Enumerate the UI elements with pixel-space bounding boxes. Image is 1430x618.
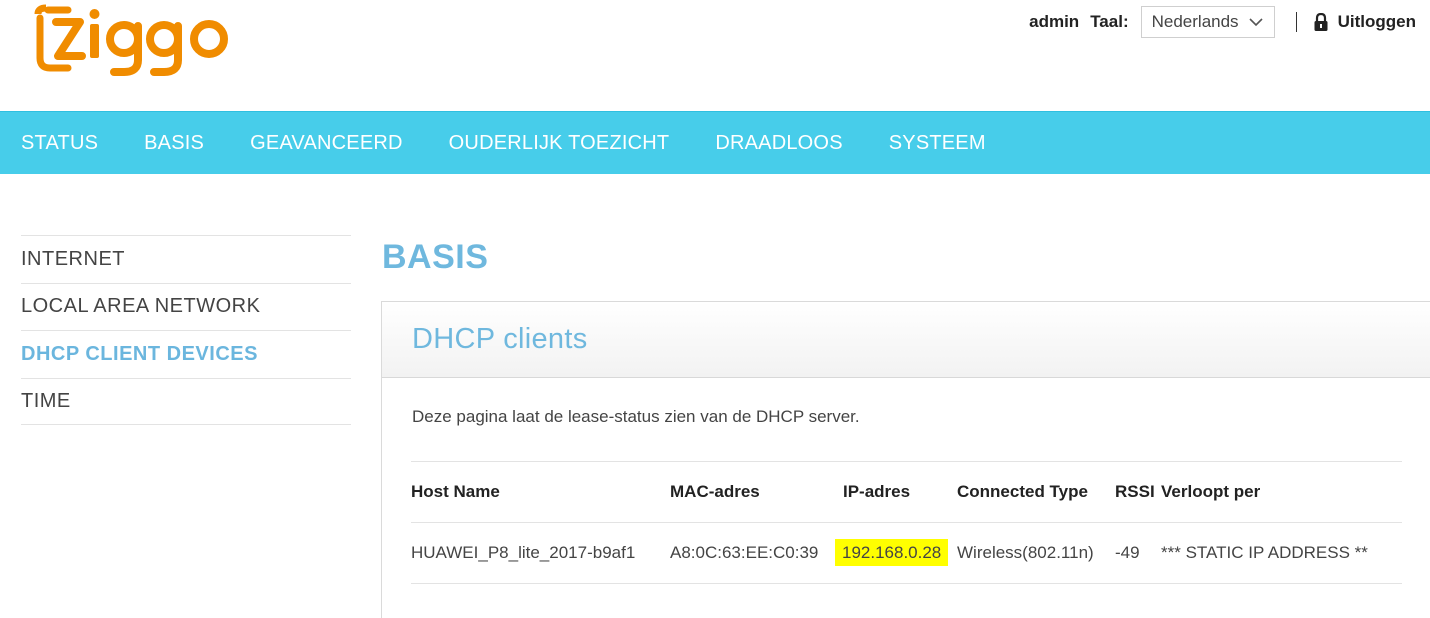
cell-host-name: HUAWEI_P8_lite_2017-b9af1 xyxy=(411,543,636,562)
column-header-expires: Verloopt per xyxy=(1161,482,1261,501)
nav-item-draadloos[interactable]: DRAADLOOS xyxy=(715,132,842,155)
nav-item-systeem[interactable]: SYSTEEM xyxy=(889,132,986,155)
ziggo-logo-graphic xyxy=(34,4,228,76)
logout-button[interactable]: Uitloggen xyxy=(1313,12,1416,32)
cell-rssi: -49 xyxy=(1115,543,1140,562)
column-header-connected-type: Connected Type xyxy=(957,482,1088,501)
panel-description: Deze pagina laat de lease-status zien va… xyxy=(412,407,860,426)
column-header-host-name: Host Name xyxy=(411,482,500,501)
sidebar-item-internet[interactable]: INTERNET xyxy=(21,235,351,283)
main-nav: STATUS BASIS GEAVANCEERD OUDERLIJK TOEZI… xyxy=(0,111,1430,174)
sidebar: INTERNET LOCAL AREA NETWORK DHCP CLIENT … xyxy=(21,235,351,425)
top-bar: admin Taal: Nederlands Uitloggen xyxy=(1029,6,1416,38)
nav-item-geavanceerd[interactable]: GEAVANCEERD xyxy=(250,132,403,155)
cell-connected-type: Wireless(802.11n) xyxy=(957,543,1094,562)
column-header-ip: IP-adres xyxy=(843,482,911,501)
dhcp-clients-table: Host Name MAC-adres IP-adres Connected T… xyxy=(411,461,1402,584)
cell-expires: *** STATIC IP ADDRESS ** xyxy=(1161,543,1368,562)
cell-mac: A8:0C:63:EE:C0:39 xyxy=(670,543,819,562)
column-header-rssi: RSSI xyxy=(1115,482,1155,501)
cell-ip-highlighted: 192.168.0.28 xyxy=(835,539,949,566)
logout-label: Uitloggen xyxy=(1337,12,1416,31)
dhcp-clients-panel: DHCP clients Deze pagina laat de lease-s… xyxy=(381,301,1430,618)
cell-ip-wrapper: 192.168.0.28 xyxy=(835,539,957,566)
username: admin xyxy=(1029,12,1080,31)
page-title: BASIS xyxy=(382,238,489,276)
nav-item-basis[interactable]: BASIS xyxy=(144,132,204,155)
language-label: Taal: xyxy=(1090,12,1129,31)
sidebar-item-dhcp-client-devices[interactable]: DHCP CLIENT DEVICES xyxy=(21,330,351,378)
sidebar-item-time[interactable]: TIME xyxy=(21,377,351,425)
ziggo-logo[interactable] xyxy=(34,4,234,76)
table-header-row: Host Name MAC-adres IP-adres Connected T… xyxy=(411,462,1402,523)
nav-item-ouderlijk-toezicht[interactable]: OUDERLIJK TOEZICHT xyxy=(449,132,670,155)
column-header-mac: MAC-adres xyxy=(670,482,760,501)
table-row: HUAWEI_P8_lite_2017-b9af1 A8:0C:63:EE:C0… xyxy=(411,523,1402,584)
lock-icon xyxy=(1314,13,1328,31)
language-select[interactable]: Nederlands xyxy=(1140,6,1275,38)
panel-header: DHCP clients xyxy=(382,302,1430,378)
topbar-divider xyxy=(1295,12,1297,32)
panel-title: DHCP clients xyxy=(412,323,588,355)
language-value: Nederlands xyxy=(1151,12,1239,31)
nav-item-status[interactable]: STATUS xyxy=(21,132,98,155)
sidebar-item-local-area-network[interactable]: LOCAL AREA NETWORK xyxy=(21,282,351,331)
chevron-down-icon xyxy=(1249,18,1263,27)
